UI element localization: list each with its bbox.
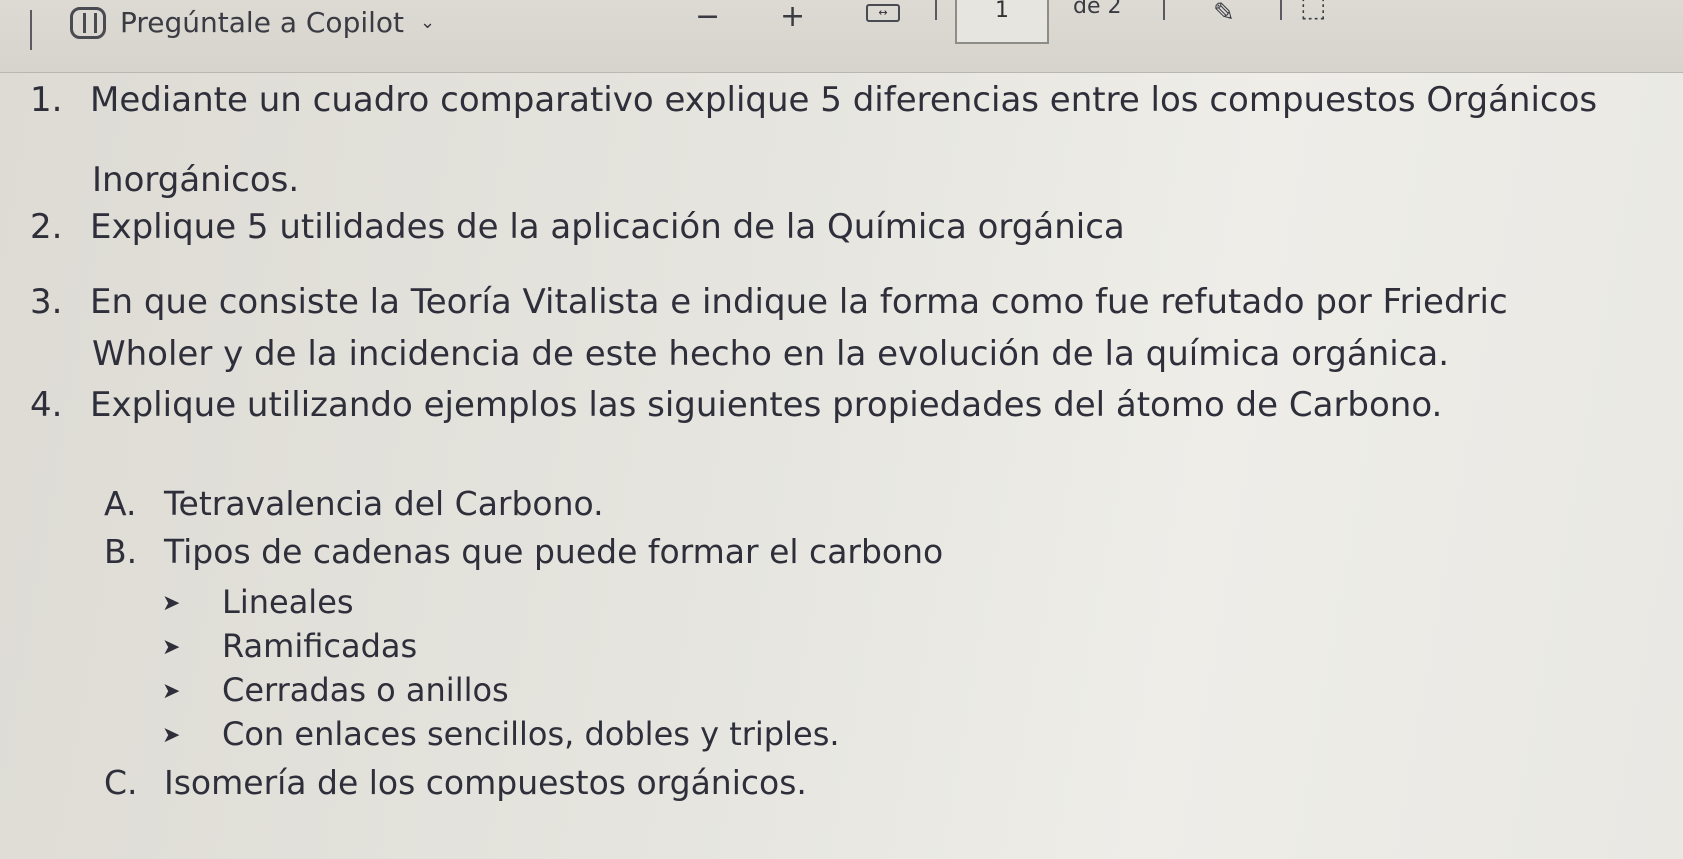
zoom-in-button[interactable]: + (780, 2, 805, 32)
bullet-item: ➤ Lineales (162, 583, 354, 621)
copilot-label: Pregúntale a Copilot (120, 6, 405, 39)
page-number-input[interactable]: 1 (955, 0, 1049, 44)
question-number: 2. (30, 207, 63, 247)
question-text: Explique utilizando ejemplos las siguien… (90, 385, 1443, 425)
zoom-out-button[interactable]: − (695, 2, 720, 32)
bullet-text: Cerradas o anillos (222, 671, 509, 709)
question-1: 1. Mediante un cuadro comparativo expliqu… (30, 80, 1597, 120)
bullet-item: ➤ Cerradas o anillos (162, 671, 509, 709)
draw-icon[interactable]: ✎ (1213, 0, 1235, 28)
question-text: Explique 5 utilidades de la aplicación d… (90, 207, 1125, 247)
question-number: 3. (30, 282, 63, 322)
question-3: 3. En que consiste la Teoría Vitalista e … (30, 282, 1508, 322)
ask-copilot-button[interactable]: Pregúntale a Copilot ⌄ (70, 6, 435, 39)
bullet-text: Lineales (222, 583, 354, 621)
question-3-continuation: Wholer y de la incidencia de este hecho … (92, 334, 1450, 374)
subitem-letter: C. (104, 763, 138, 802)
subitem-letter: A. (104, 484, 137, 523)
question-4: 4. Explique utilizando ejemplos las sigui… (30, 385, 1442, 425)
more-tools-icon[interactable]: ⬚ (1300, 0, 1326, 23)
question-2: 2. Explique 5 utilidades de la aplicación… (30, 207, 1125, 247)
subitem-text: Isomería de los compuestos orgánicos. (164, 763, 807, 802)
question-text: Mediante un cuadro comparativo explique … (90, 80, 1598, 120)
arrow-bullet-icon: ➤ (162, 723, 181, 748)
question-text: En que consiste la Teoría Vitalista e in… (90, 282, 1508, 322)
subitem-b: B. Tipos de cadenas que puede formar el c… (104, 532, 943, 571)
arrow-bullet-icon: ➤ (162, 591, 181, 616)
toolbar-divider (30, 10, 32, 50)
toolbar-divider (935, 0, 937, 20)
subitem-letter: B. (104, 532, 138, 571)
page-total: de 2 (1073, 0, 1122, 19)
fit-to-width-icon[interactable]: ↔ (866, 4, 900, 22)
toolbar-divider (1163, 0, 1165, 20)
subitem-a: A. Tetravalencia del Carbono. (104, 484, 604, 523)
bullet-text: Ramificadas (222, 627, 418, 665)
bullet-item: ➤ Con enlaces sencillos, dobles y triples… (162, 715, 840, 753)
toolbar-divider (1280, 0, 1282, 20)
bullet-item: ➤ Ramificadas (162, 627, 417, 665)
arrow-bullet-icon: ➤ (162, 679, 181, 704)
subitem-c: C. Isomería de los compuestos orgánicos. (104, 763, 807, 802)
subitem-text: Tetravalencia del Carbono. (164, 484, 604, 523)
question-1-continuation: Inorgánicos. (92, 160, 300, 200)
chevron-down-icon: ⌄ (420, 12, 436, 33)
pdf-toolbar: Pregúntale a Copilot ⌄ − + ↔ 1 de 2 ✎ ⬚ (0, 0, 1683, 73)
copilot-icon (70, 6, 106, 39)
question-number: 4. (30, 385, 63, 425)
arrow-bullet-icon: ➤ (162, 635, 181, 660)
bullet-text: Con enlaces sencillos, dobles y triples. (222, 715, 840, 753)
question-number: 1. (30, 80, 63, 120)
subitem-text: Tipos de cadenas que puede formar el car… (164, 532, 944, 571)
